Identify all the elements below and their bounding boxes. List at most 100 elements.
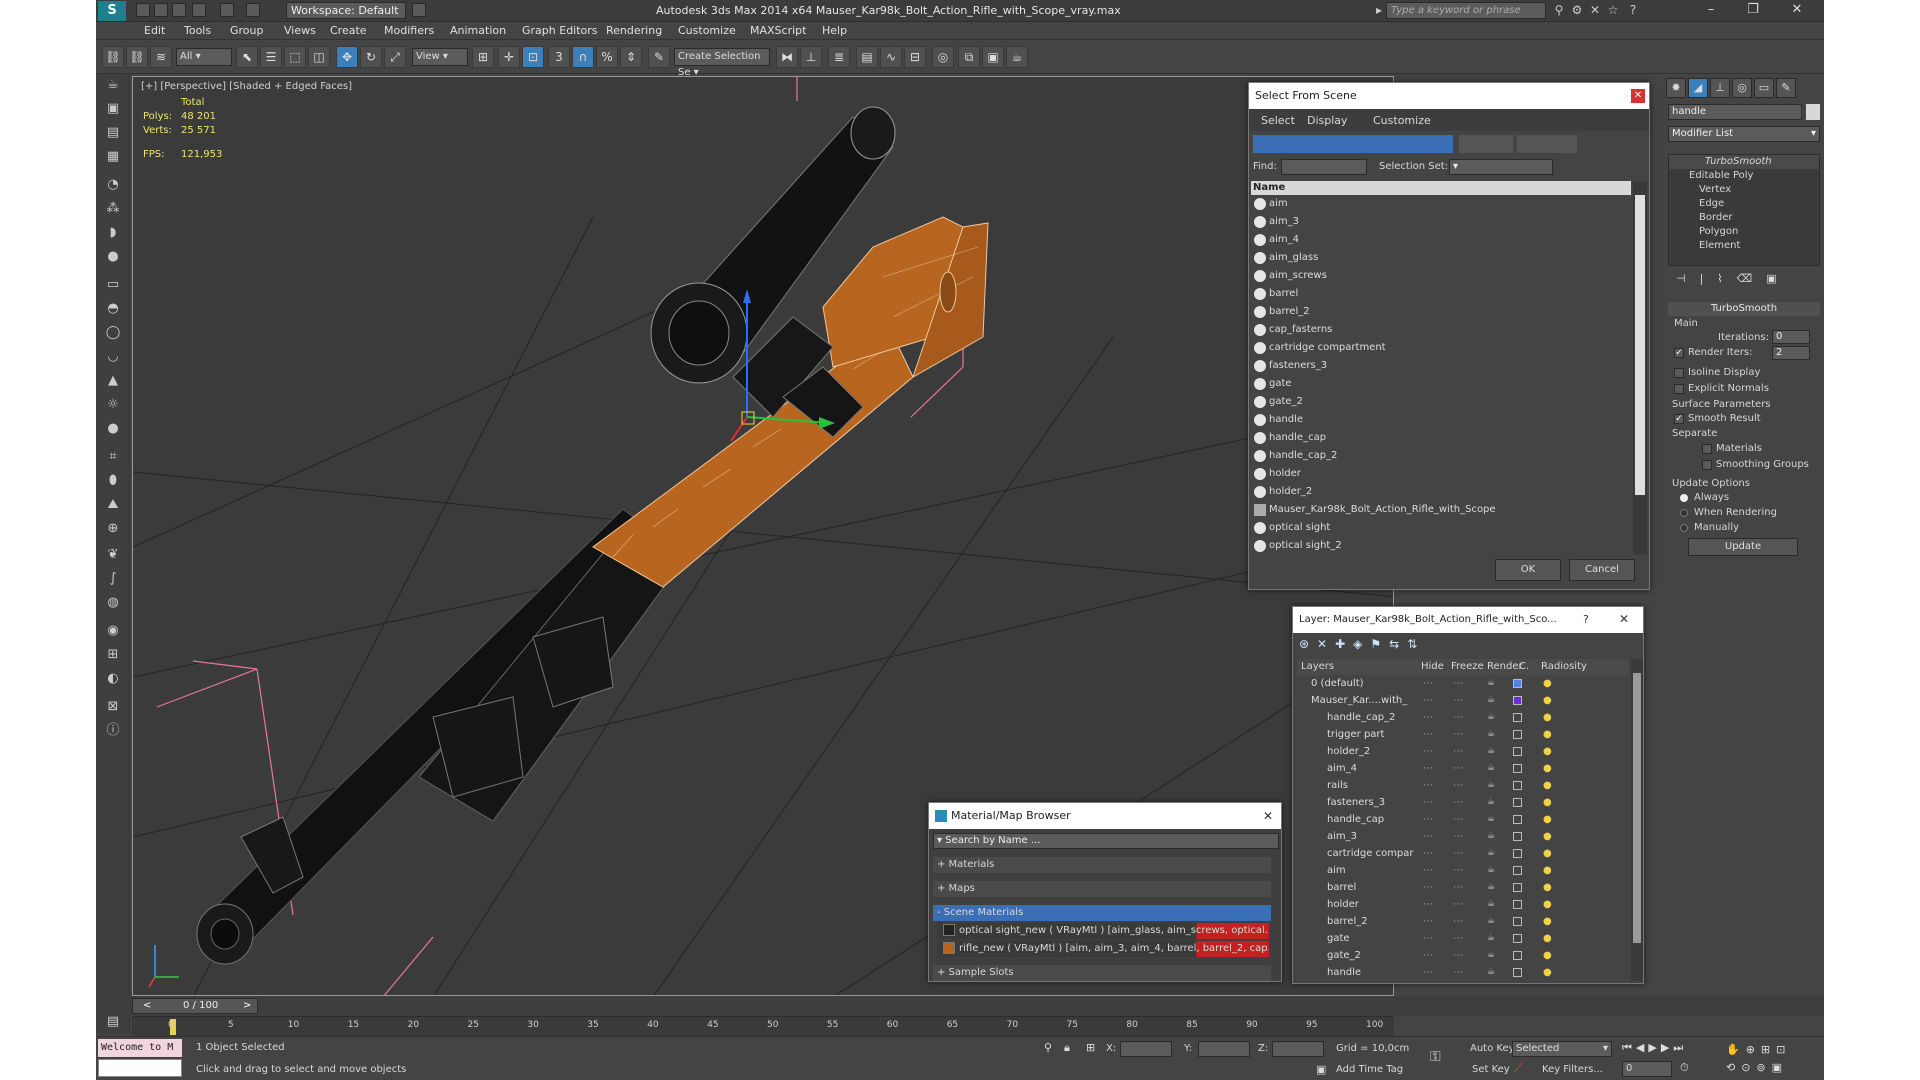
viewport-config-icon[interactable]: ⊞: [102, 644, 124, 666]
angle-snap-icon[interactable]: ∩: [572, 46, 594, 68]
capsule-icon[interactable]: ⬮: [102, 470, 124, 492]
search-arrow-icon[interactable]: ▸: [1372, 3, 1386, 17]
color-swatch[interactable]: [1513, 900, 1522, 909]
freeze-dot[interactable]: ⋯: [1453, 845, 1463, 862]
render-icon[interactable]: ☕: [1487, 726, 1495, 743]
sun-icon[interactable]: ☼: [102, 394, 124, 416]
render-production-icon[interactable]: ☕: [1006, 46, 1028, 68]
radiosity-icon[interactable]: ●: [1543, 794, 1552, 811]
radiosity-icon[interactable]: ●: [1543, 675, 1552, 692]
prev-frame-icon[interactable]: <: [143, 999, 151, 1013]
list-item[interactable]: handle_cap_2: [1251, 447, 1631, 465]
graphite-ribbon-icon[interactable]: ▤: [856, 46, 878, 68]
save-icon[interactable]: [172, 3, 186, 17]
hide-dot[interactable]: ⋯: [1423, 726, 1433, 743]
ok-button[interactable]: OK: [1495, 559, 1561, 581]
layer-scrollbar-thumb[interactable]: [1633, 673, 1641, 943]
key-filters-button[interactable]: Key Filters...: [1542, 1064, 1603, 1075]
link-icon[interactable]: ⛓: [102, 46, 124, 68]
object-color-swatch[interactable]: [1806, 104, 1820, 120]
list-item[interactable]: holder_2: [1251, 483, 1631, 501]
turbosmooth-rollout-title[interactable]: TurboSmooth: [1668, 302, 1820, 316]
render-icon[interactable]: ☕: [1487, 913, 1495, 930]
layer-row[interactable]: gate_2 ⋯ ⋯ ☕ ●: [1297, 947, 1629, 964]
stack-editable-poly[interactable]: Editable Poly: [1669, 169, 1819, 183]
list-item[interactable]: Mauser_Kar98k_Bolt_Action_Rifle_with_Sco…: [1251, 501, 1631, 519]
absolute-mode-icon[interactable]: ⊞: [1086, 1041, 1095, 1054]
isoline-checkbox[interactable]: [1674, 368, 1684, 378]
select-manipulate-icon[interactable]: ✛: [498, 46, 520, 68]
keyword-search-input[interactable]: Type a keyword or phrase: [1386, 2, 1546, 19]
sphere-icon[interactable]: ◯: [102, 322, 124, 344]
pivot-center-icon[interactable]: ⊞: [472, 46, 494, 68]
color-swatch[interactable]: [1513, 917, 1522, 926]
layer-row[interactable]: aim_4 ⋯ ⋯ ☕ ●: [1297, 760, 1629, 777]
freeze-dot[interactable]: ⋯: [1453, 811, 1463, 828]
mirror-icon[interactable]: ⧓: [776, 46, 798, 68]
list-scrollbar-thumb[interactable]: [1635, 195, 1645, 495]
new-icon[interactable]: [136, 3, 150, 17]
materials-checkbox[interactable]: [1702, 444, 1712, 454]
render-icon[interactable]: ☕: [1487, 811, 1495, 828]
color-swatch[interactable]: [1513, 730, 1522, 739]
list-item[interactable]: aim_screws: [1251, 267, 1631, 285]
freeze-dot[interactable]: ⋯: [1453, 777, 1463, 794]
list-scrollbar[interactable]: [1633, 181, 1647, 555]
playback-controls[interactable]: ⏮◀▶▶⏭: [1622, 1041, 1702, 1057]
cone-icon[interactable]: ▲: [102, 370, 124, 392]
menu-animation[interactable]: Animation: [450, 24, 506, 37]
layer-row[interactable]: trigger part ⋯ ⋯ ☕ ●: [1297, 726, 1629, 743]
select-and-rotate-icon[interactable]: ↻: [360, 46, 382, 68]
update-button[interactable]: Update: [1688, 538, 1798, 556]
render-icon[interactable]: ☕: [1487, 862, 1495, 879]
stack-tool-icons[interactable]: ⊣|⌇⌫▣: [1668, 272, 1820, 292]
key-filter-icon[interactable]: ⟋: [1514, 1061, 1523, 1076]
set-key-button[interactable]: Set Key: [1472, 1064, 1510, 1075]
radiosity-icon[interactable]: ●: [1543, 862, 1552, 879]
stack-edge[interactable]: Edge: [1669, 197, 1819, 211]
color-swatch[interactable]: [1513, 832, 1522, 841]
time-slider[interactable]: < 0 / 100 >: [132, 998, 258, 1014]
radiosity-icon[interactable]: ●: [1543, 828, 1552, 845]
modify-tab-icon[interactable]: ◢: [1688, 78, 1708, 98]
smooth-result-checkbox[interactable]: ✓: [1674, 414, 1684, 424]
curve-editor-icon[interactable]: ∿: [880, 46, 902, 68]
render-icon[interactable]: ☕: [1487, 760, 1495, 777]
layer-row[interactable]: cartridge compar ⋯ ⋯ ☕ ●: [1297, 845, 1629, 862]
layer-row[interactable]: handle ⋯ ⋯ ☕ ●: [1297, 964, 1629, 981]
x-coordinate-field[interactable]: [1120, 1041, 1172, 1057]
radiosity-icon[interactable]: ●: [1543, 845, 1552, 862]
freeze-dot[interactable]: ⋯: [1453, 896, 1463, 913]
list-item[interactable]: barrel: [1251, 285, 1631, 303]
menu-display[interactable]: Display: [1307, 114, 1348, 127]
list-item[interactable]: fasteners_3: [1251, 357, 1631, 375]
help-icon[interactable]: ?: [1626, 3, 1640, 17]
hierarchy-tab-icon[interactable]: ⊥: [1710, 78, 1730, 98]
material-browser-title[interactable]: Material/Map Browser: [929, 803, 1281, 829]
time-config-icon[interactable]: ⏱: [1680, 1061, 1710, 1077]
create-tab-icon[interactable]: ✸: [1666, 78, 1686, 98]
hide-dot[interactable]: ⋯: [1423, 845, 1433, 862]
named-selection-set-dropdown[interactable]: Create Selection Se ▾: [674, 48, 770, 78]
freeze-dot[interactable]: ⋯: [1453, 964, 1463, 981]
hide-dot[interactable]: ⋯: [1423, 743, 1433, 760]
list-item[interactable]: aim_4: [1251, 231, 1631, 249]
layer-row[interactable]: 0 (default) ⋯ ⋯ ☕ ●: [1297, 675, 1629, 692]
radiosity-icon[interactable]: ●: [1543, 692, 1552, 709]
layer-close-icon[interactable]: ✕: [1619, 612, 1629, 626]
explicit-normals-checkbox[interactable]: [1674, 384, 1684, 394]
find-input[interactable]: [1281, 159, 1367, 175]
scene-material-item[interactable]: optical sight_new ( VRayMtl ) [aim_glass…: [939, 923, 1269, 939]
hide-dot[interactable]: ⋯: [1423, 879, 1433, 896]
light-icon[interactable]: ◔: [102, 174, 124, 196]
render-icon[interactable]: ☕: [1487, 692, 1495, 709]
list-item[interactable]: aim_glass: [1251, 249, 1631, 267]
list-item[interactable]: aim: [1251, 195, 1631, 213]
reference-coordinate-dropdown[interactable]: View ▾: [412, 48, 468, 66]
menu-group[interactable]: Group: [230, 24, 264, 37]
layer-row[interactable]: Mauser_Kar....with_ ⋯ ⋯ ☕ ●: [1297, 692, 1629, 709]
snaps-toggle-icon[interactable]: 3: [548, 46, 570, 68]
select-object-icon[interactable]: ⬉: [236, 46, 258, 68]
maxscript-listener-input[interactable]: Welcome to M: [98, 1039, 182, 1057]
freeze-dot[interactable]: ⋯: [1453, 828, 1463, 845]
